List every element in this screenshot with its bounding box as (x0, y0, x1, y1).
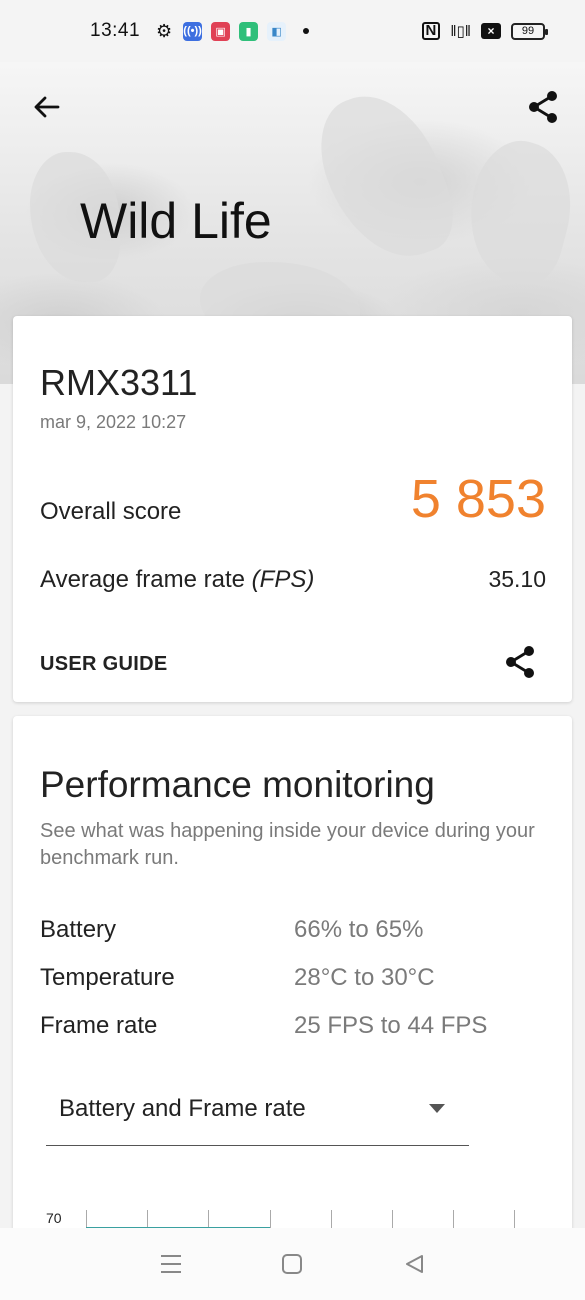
user-guide-link[interactable]: USER GUIDE (40, 653, 167, 676)
battery-level: 99 (521, 25, 535, 37)
menu-icon (160, 1255, 181, 1273)
chart-gridline (208, 1210, 209, 1228)
chart-gridline (453, 1210, 454, 1228)
share-button[interactable] (523, 87, 563, 127)
nfc-icon: N (421, 22, 441, 40)
overall-score-label: Overall score (40, 498, 182, 525)
device-name: RMX3311 (40, 362, 198, 403)
chart-gridline (331, 1210, 332, 1228)
status-icons-left: ⚙ ((•)) ▣ ▮ ◧ (156, 20, 310, 42)
triangle-back-icon (406, 1255, 424, 1273)
battery-label: Battery (40, 916, 117, 943)
battery-value: 66% to 65% (294, 916, 424, 943)
frame-rate-value: 25 FPS to 44 FPS (294, 1012, 488, 1039)
average-fps-value: 35.10 (488, 566, 546, 592)
no-sim-icon: × (481, 23, 501, 39)
chart-gridline (392, 1210, 393, 1228)
average-fps-label: Average frame rate (FPS) (40, 566, 314, 594)
back-button[interactable] (26, 87, 66, 127)
recent-apps-button[interactable] (151, 1244, 191, 1284)
temperature-value: 28°C to 30°C (294, 964, 435, 991)
temperature-label: Temperature (40, 964, 175, 991)
notification-dot-icon (303, 28, 310, 34)
chart-y-tick-label: 70 (46, 1210, 62, 1226)
arrow-left-icon (34, 96, 60, 118)
share-icon (529, 91, 557, 123)
chart-gridline (86, 1210, 87, 1228)
page-title: Wild Life (80, 193, 272, 249)
home-button[interactable] (272, 1244, 312, 1284)
chart-gridline (270, 1210, 271, 1228)
performance-title: Performance monitoring (40, 764, 435, 805)
chart-gridline (514, 1210, 515, 1228)
performance-description: See what was happening inside your devic… (40, 820, 535, 869)
hero-rock-art (304, 78, 466, 276)
performance-card: Performance monitoring See what was happ… (13, 716, 572, 1236)
status-time: 13:41 (90, 20, 141, 41)
chevron-down-icon (429, 1104, 445, 1113)
gear-icon: ⚙ (156, 20, 173, 41)
system-nav-bar (0, 1228, 585, 1300)
chart-gridline (147, 1210, 148, 1228)
overall-score-value: 5 853 (410, 469, 546, 529)
battery-icon: 99 (511, 22, 548, 40)
test-date: mar 9, 2022 10:27 (40, 412, 187, 432)
result-card: RMX3311 mar 9, 2022 10:27 Overall score … (13, 316, 572, 702)
square-icon (282, 1254, 303, 1274)
share-icon (506, 646, 534, 678)
app-icon-green: ▮ (239, 21, 259, 41)
app-icon-blue: ◧ (267, 21, 287, 41)
chart-type-dropdown[interactable]: Battery and Frame rate (46, 1086, 469, 1146)
app-icon-red: ▣ (211, 21, 231, 41)
back-nav-button[interactable] (394, 1244, 434, 1284)
share-result-button[interactable] (500, 642, 540, 682)
average-fps-label-text: Average frame rate (40, 566, 252, 593)
status-icons-right: N ‖▯‖ × 99 (421, 22, 548, 40)
status-bar: 13:41 ⚙ ((•)) ▣ ▮ ◧ N ‖▯‖ × 99 (0, 0, 585, 62)
hero-rock-art (453, 131, 585, 293)
fps-unit: (FPS) (251, 566, 315, 593)
wifi-hotspot-icon: ((•)) (183, 21, 203, 41)
vibrate-icon: ‖▯‖ (450, 23, 471, 40)
frame-rate-label: Frame rate (40, 1012, 158, 1039)
dropdown-selected-value: Battery and Frame rate (59, 1095, 306, 1122)
